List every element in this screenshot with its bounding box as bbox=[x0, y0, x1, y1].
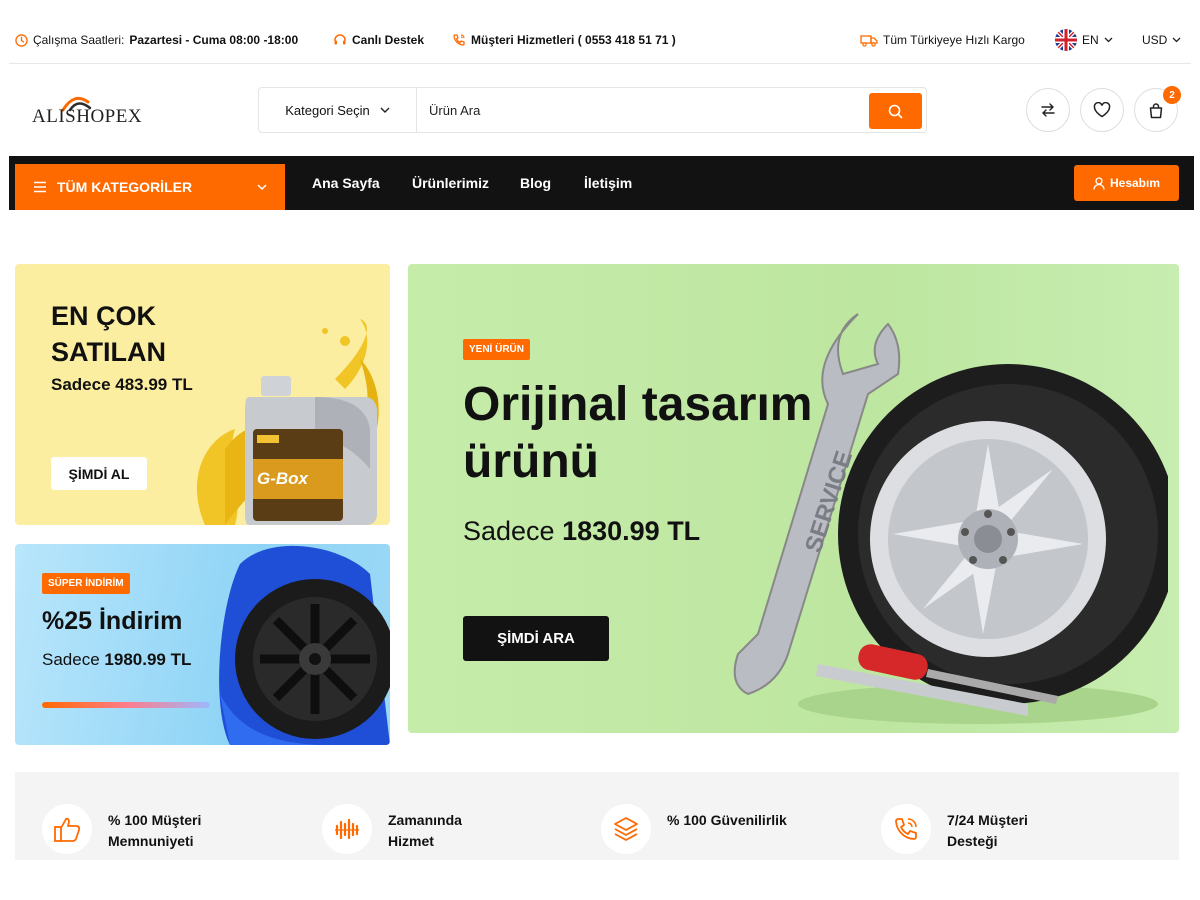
super-discount-badge: SÜPER İNDİRİM bbox=[42, 573, 130, 594]
hero-price-prefix: Sadece bbox=[463, 516, 555, 546]
account-label: Hesabım bbox=[1109, 176, 1161, 190]
buy-now-button[interactable]: ŞİMDİ AL bbox=[51, 457, 147, 490]
working-hours: Çalışma Saatleri: Pazartesi - Cuma 08:00 … bbox=[15, 33, 298, 47]
discount-price-value: 1980.99 TL bbox=[104, 650, 192, 669]
features-strip: % 100 Müşteri Memnuniyeti Zamanında Hizm… bbox=[15, 772, 1179, 860]
svg-text:G-Box: G-Box bbox=[257, 469, 310, 488]
cart-count-badge: 2 bbox=[1163, 86, 1181, 104]
working-hours-value: Pazartesi - Cuma 08:00 -18:00 bbox=[129, 33, 299, 47]
account-button[interactable]: Hesabım bbox=[1074, 165, 1179, 201]
language-label: EN bbox=[1082, 33, 1099, 47]
language-selector[interactable]: EN bbox=[1055, 29, 1113, 51]
search-icon bbox=[888, 104, 903, 119]
feature-support-label: 7/24 Müşteri Desteği bbox=[947, 812, 1028, 849]
heart-icon bbox=[1093, 102, 1111, 118]
shop-now-button[interactable]: ŞİMDİ ARA bbox=[463, 616, 609, 661]
shipping-label: Tüm Türkiyeye Hızlı Kargo bbox=[883, 33, 1025, 47]
category-select[interactable]: Kategori Seçin bbox=[259, 88, 417, 132]
layers-icon bbox=[601, 804, 651, 854]
logo-text: ALISHOPEX bbox=[32, 106, 143, 127]
discount-title: %25 İndirim bbox=[42, 607, 183, 635]
customer-service-link[interactable]: Müşteri Hizmetleri ( 0553 418 51 71 ) bbox=[452, 33, 676, 47]
all-categories-label: TÜM KATEGORİLER bbox=[57, 179, 193, 195]
chevron-down-icon bbox=[380, 107, 390, 113]
new-product-badge: YENİ ÜRÜN bbox=[463, 339, 531, 360]
discount-price-prefix: Sadece bbox=[42, 650, 100, 669]
feature-reliability-label: % 100 Güvenilirlik bbox=[667, 812, 787, 828]
compare-arrows-icon bbox=[1040, 102, 1056, 118]
all-categories-button[interactable]: TÜM KATEGORİLER bbox=[15, 164, 285, 210]
hero-price-value: 1830.99 TL bbox=[562, 516, 701, 546]
nav-link-home[interactable]: Ana Sayfa bbox=[312, 175, 380, 191]
nav-link-contact[interactable]: İletişim bbox=[584, 175, 632, 191]
cart-button[interactable]: 2 bbox=[1134, 86, 1181, 132]
discount-banner[interactable]: SÜPER İNDİRİM %25 İndirim Sadece 1980.99… bbox=[15, 544, 390, 745]
timely-service-icon bbox=[322, 804, 372, 854]
alloy-wheel-image bbox=[219, 545, 390, 745]
best-seller-banner[interactable]: EN ÇOK SATILAN Sadece 483.99 TL ŞİMDİ AL… bbox=[15, 264, 390, 525]
category-select-label: Kategori Seçin bbox=[285, 102, 370, 118]
feature-timely-service: Zamanında Hizmet bbox=[322, 804, 488, 854]
nav-link-products[interactable]: Ürünlerimiz bbox=[412, 175, 489, 191]
gradient-bar bbox=[42, 702, 210, 708]
chevron-down-icon bbox=[1104, 37, 1113, 43]
live-support-label: Canlı Destek bbox=[352, 33, 425, 47]
discount-price: Sadece 1980.99 TL bbox=[42, 650, 191, 670]
wishlist-button[interactable] bbox=[1080, 88, 1124, 132]
feature-timely-service-label: Zamanında Hizmet bbox=[388, 812, 462, 849]
phone-icon bbox=[452, 33, 466, 47]
hero-price: Sadece 1830.99 TL bbox=[463, 516, 700, 547]
search-bar: Kategori Seçin bbox=[258, 87, 927, 133]
site-logo[interactable]: ALISHOPEX bbox=[32, 92, 152, 132]
feature-reliability: % 100 Güvenilirlik bbox=[601, 804, 807, 854]
search-button[interactable] bbox=[869, 93, 922, 129]
truck-icon bbox=[860, 34, 878, 47]
tire-wrench-image: SERVICE bbox=[733, 313, 1168, 724]
top-bar: Çalışma Saatleri: Pazartesi - Cuma 08:00 … bbox=[9, 18, 1191, 64]
working-hours-label: Çalışma Saatleri: bbox=[33, 33, 125, 47]
feature-satisfaction: % 100 Müşteri Memnuniyeti bbox=[42, 804, 248, 854]
currency-selector[interactable]: USD bbox=[1142, 33, 1181, 47]
phone-call-icon bbox=[881, 804, 931, 854]
hamburger-icon bbox=[33, 181, 47, 193]
feature-satisfaction-label: % 100 Müşteri Memnuniyeti bbox=[108, 812, 202, 849]
currency-label: USD bbox=[1142, 33, 1168, 47]
feature-support: 7/24 Müşteri Desteği bbox=[881, 804, 1057, 854]
clock-icon bbox=[15, 33, 28, 47]
motor-oil-image: G-Box bbox=[196, 319, 379, 525]
chevron-down-icon bbox=[1172, 37, 1181, 43]
shopping-bag-icon bbox=[1148, 102, 1164, 119]
compare-button[interactable] bbox=[1026, 88, 1070, 132]
headset-icon bbox=[333, 33, 347, 47]
thumbs-up-icon bbox=[42, 804, 92, 854]
main-nav: TÜM KATEGORİLER Ana Sayfa Ürünlerimiz Bl… bbox=[9, 156, 1194, 210]
live-support-link[interactable]: Canlı Destek bbox=[333, 33, 424, 47]
uk-flag-icon bbox=[1055, 29, 1077, 51]
shipping-info: Tüm Türkiyeye Hızlı Kargo bbox=[860, 33, 1025, 47]
user-icon bbox=[1093, 176, 1105, 190]
search-input[interactable] bbox=[429, 88, 859, 132]
nav-link-blog[interactable]: Blog bbox=[520, 175, 551, 191]
customer-service-label: Müşteri Hizmetleri ( 0553 418 51 71 ) bbox=[471, 33, 676, 47]
chevron-down-icon bbox=[257, 184, 267, 190]
hero-banner[interactable]: YENİ ÜRÜN Orijinal tasarım ürünü Sadece … bbox=[408, 264, 1179, 733]
